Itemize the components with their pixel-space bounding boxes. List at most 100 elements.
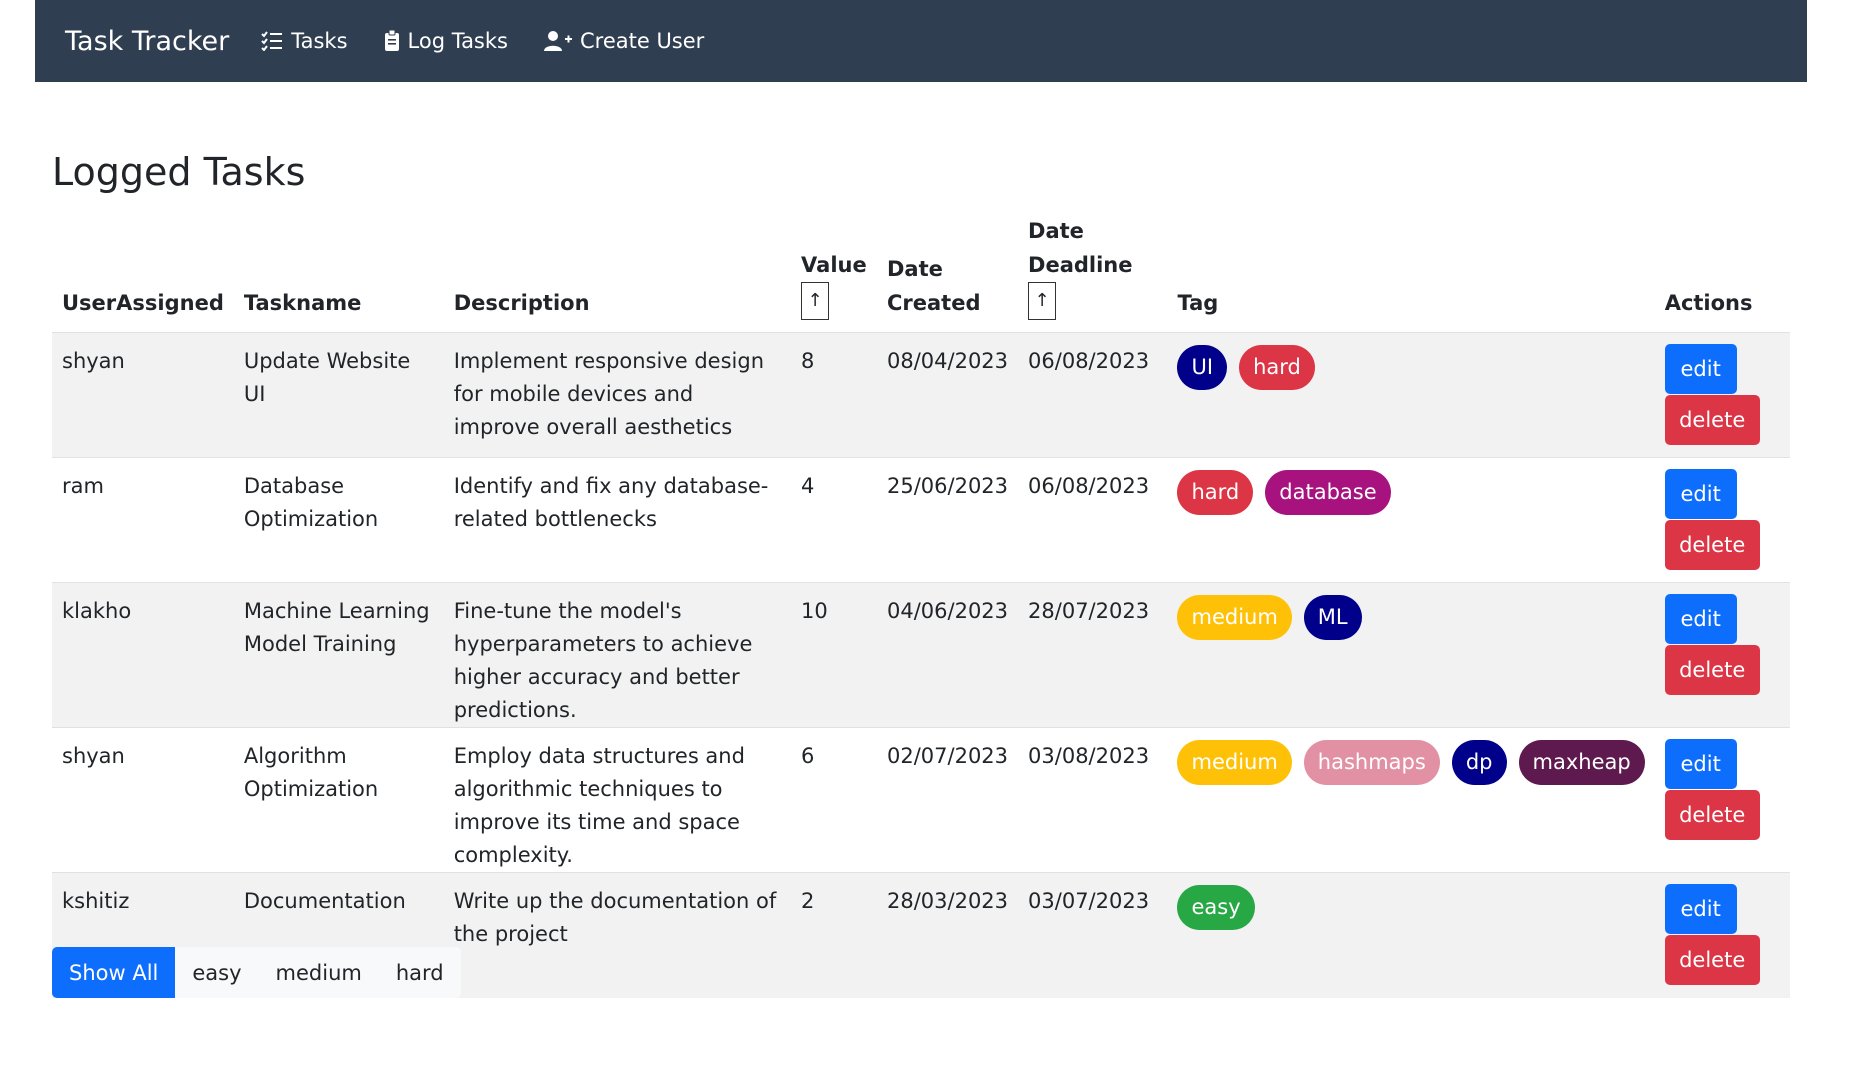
cell-user: shyan bbox=[52, 727, 234, 873]
person-plus-icon bbox=[543, 31, 572, 51]
delete-button[interactable]: delete bbox=[1664, 395, 1760, 446]
cell-date-created: 28/03/2023 bbox=[876, 872, 1019, 998]
tag-list: easy bbox=[1177, 885, 1644, 931]
cell-actions: edit delete bbox=[1654, 582, 1790, 728]
table-row: klakho Machine Learning Model Training Fin… bbox=[52, 582, 1790, 728]
cell-taskname: Database Optimization bbox=[233, 457, 444, 583]
cell-date-deadline: 06/08/2023 bbox=[1018, 332, 1168, 458]
header-date-created: Date Created bbox=[886, 257, 981, 315]
tag-list: medium ML bbox=[1177, 595, 1644, 641]
cell-date-deadline: 28/07/2023 bbox=[1018, 582, 1168, 728]
cell-tags: medium hashmaps dp maxheap bbox=[1167, 727, 1655, 873]
table-header-row: UserAssigned Taskname Description Value … bbox=[52, 215, 1790, 333]
cell-tags: medium ML bbox=[1167, 582, 1655, 728]
nav-link-tasks[interactable]: Tasks bbox=[261, 29, 348, 53]
edit-button[interactable]: edit bbox=[1664, 594, 1737, 645]
sort-deadline-button[interactable]: ↑ bbox=[1028, 282, 1057, 321]
header-tag: Tag bbox=[1177, 290, 1219, 315]
header-value: Value ↑ bbox=[791, 215, 877, 333]
cell-taskname: Algorithm Optimization bbox=[233, 727, 444, 873]
cell-description: Employ data structures and algorithmic t… bbox=[443, 727, 792, 873]
row-actions: edit delete bbox=[1664, 884, 1780, 986]
cell-actions: edit delete bbox=[1654, 727, 1790, 873]
filter-medium-button[interactable]: medium bbox=[258, 947, 379, 998]
cell-date-created: 25/06/2023 bbox=[876, 457, 1019, 583]
cell-value: 10 bbox=[791, 582, 877, 728]
cell-date-deadline: 03/07/2023 bbox=[1018, 872, 1168, 998]
cell-date-created: 04/06/2023 bbox=[876, 582, 1019, 728]
header-date-deadline: Date Deadline ↑ bbox=[1018, 215, 1167, 333]
row-actions: edit delete bbox=[1664, 739, 1780, 841]
tag-list: medium hashmaps dp maxheap bbox=[1177, 740, 1645, 786]
clipboard-icon bbox=[384, 30, 399, 51]
cell-user: ram bbox=[52, 457, 234, 583]
nav-link-label: Log Tasks bbox=[407, 29, 508, 53]
table-row: shyan Algorithm Optimization Employ data s… bbox=[52, 727, 1790, 873]
tasks-table: UserAssigned Taskname Description Value … bbox=[52, 215, 1790, 998]
header-value-label: Value bbox=[801, 252, 867, 277]
cell-description: Fine-tune the model's hyperparameters to… bbox=[443, 582, 792, 728]
tag-badge: medium bbox=[1177, 740, 1292, 786]
tag-badge: dp bbox=[1451, 740, 1507, 786]
nav-link-create-user[interactable]: Create User bbox=[543, 29, 705, 53]
row-actions: edit delete bbox=[1664, 469, 1780, 571]
cell-description: Identify and fix any database-related bo… bbox=[443, 457, 792, 583]
nav-link-label: Tasks bbox=[291, 29, 348, 53]
cell-value: 8 bbox=[791, 332, 877, 458]
row-actions: edit delete bbox=[1664, 594, 1780, 696]
delete-button[interactable]: delete bbox=[1664, 790, 1760, 841]
tag-list: hard database bbox=[1177, 470, 1644, 516]
tag-badge: hard bbox=[1239, 345, 1315, 391]
header-actions: Actions bbox=[1664, 290, 1753, 315]
header-description: Description bbox=[453, 290, 590, 315]
tag-badge: hashmaps bbox=[1303, 740, 1440, 786]
tag-badge: medium bbox=[1177, 595, 1292, 641]
delete-button[interactable]: delete bbox=[1664, 645, 1760, 696]
cell-description: Implement responsive design for mobile d… bbox=[443, 332, 792, 458]
cell-actions: edit delete bbox=[1654, 872, 1790, 998]
cell-date-deadline: 03/08/2023 bbox=[1018, 727, 1168, 873]
tag-badge: database bbox=[1265, 470, 1391, 516]
header-taskname: Taskname bbox=[243, 290, 362, 315]
filter-show-all-button[interactable]: Show All bbox=[52, 947, 176, 998]
cell-tags: easy bbox=[1167, 872, 1655, 998]
nav-link-log-tasks[interactable]: Log Tasks bbox=[384, 29, 508, 53]
cell-actions: edit delete bbox=[1654, 457, 1790, 583]
tag-badge: maxheap bbox=[1518, 740, 1645, 786]
tag-badge: easy bbox=[1177, 885, 1255, 931]
delete-button[interactable]: delete bbox=[1664, 935, 1760, 986]
cell-taskname: Update Website UI bbox=[233, 332, 444, 458]
tag-badge: UI bbox=[1177, 345, 1228, 391]
edit-button[interactable]: edit bbox=[1664, 344, 1737, 395]
edit-button[interactable]: edit bbox=[1664, 884, 1737, 935]
tag-badge: ML bbox=[1303, 595, 1362, 641]
cell-actions: edit delete bbox=[1654, 332, 1790, 458]
header-user: UserAssigned bbox=[62, 290, 224, 315]
tag-badge: hard bbox=[1177, 470, 1254, 516]
cell-tags: hard database bbox=[1167, 457, 1655, 583]
edit-button[interactable]: edit bbox=[1664, 739, 1737, 790]
edit-button[interactable]: edit bbox=[1664, 469, 1737, 520]
sort-value-button[interactable]: ↑ bbox=[801, 282, 830, 321]
header-date-deadline-label: Date Deadline bbox=[1028, 219, 1133, 277]
navbar: Task Tracker Tasks Log Tasks Create User bbox=[35, 0, 1807, 82]
cell-value: 6 bbox=[791, 727, 877, 873]
filter-easy-button[interactable]: easy bbox=[175, 947, 259, 998]
page-title: Logged Tasks bbox=[52, 150, 306, 194]
cell-date-created: 02/07/2023 bbox=[876, 727, 1019, 873]
brand[interactable]: Task Tracker bbox=[65, 26, 229, 57]
nav-link-label: Create User bbox=[579, 29, 705, 53]
cell-tags: UI hard bbox=[1167, 332, 1655, 458]
cell-description: Write up the documentation of the projec… bbox=[443, 872, 792, 998]
delete-button[interactable]: delete bbox=[1664, 520, 1760, 571]
cell-user: shyan bbox=[52, 332, 234, 458]
table-row: ram Database Optimization Identify and fix… bbox=[52, 457, 1790, 583]
list-check-icon bbox=[261, 31, 283, 51]
cell-value: 4 bbox=[791, 457, 877, 583]
filter-hard-button[interactable]: hard bbox=[378, 947, 461, 998]
filter-group: Show All easy medium hard bbox=[52, 947, 461, 998]
row-actions: edit delete bbox=[1664, 344, 1780, 446]
cell-value: 2 bbox=[791, 872, 877, 998]
cell-date-created: 08/04/2023 bbox=[876, 332, 1019, 458]
tag-list: UI hard bbox=[1177, 345, 1644, 391]
